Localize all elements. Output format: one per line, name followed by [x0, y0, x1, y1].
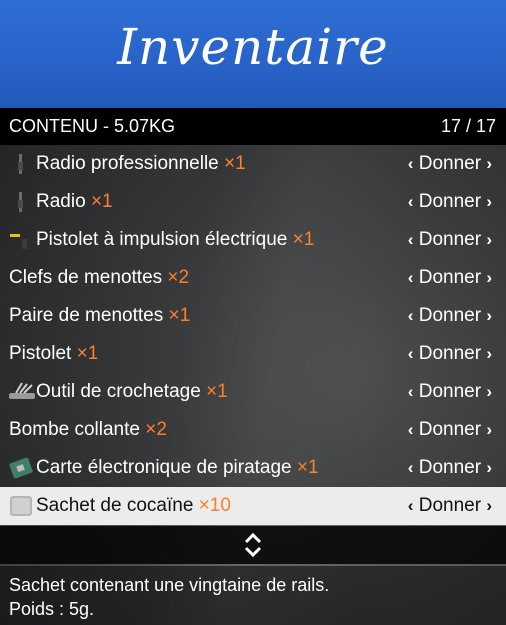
give-action[interactable]: ‹ Donner › [408, 191, 492, 213]
inventory-item[interactable]: Outil de crochetage ×1 ‹ Donner › [0, 373, 506, 411]
lockpick-icon [8, 380, 35, 404]
item-name: Bombe collante [9, 419, 140, 440]
scroll-indicator[interactable] [0, 526, 506, 564]
item-name: Paire de menottes [9, 305, 164, 326]
item-name: Pistolet [9, 343, 72, 364]
inventory-item[interactable]: Pistolet ×1 ‹ Donner › [0, 335, 506, 373]
give-label: Donner [418, 153, 482, 174]
inventory-item[interactable]: Carte électronique de piratage ×1 ‹ Donn… [0, 449, 506, 487]
item-quantity: ×1 [76, 343, 99, 364]
chevron-left-icon[interactable]: ‹ [408, 268, 414, 287]
inventory-menu: Inventaire CONTENU - 5.07KG 17 / 17 Radi… [0, 0, 506, 625]
give-label: Donner [418, 267, 482, 288]
inventory-item[interactable]: Radio professionnelle ×1 ‹ Donner › [0, 145, 506, 183]
inventory-item[interactable]: Pistolet à impulsion électrique ×1 ‹ Don… [0, 221, 506, 259]
item-quantity: ×1 [206, 381, 228, 402]
chevron-right-icon[interactable]: › [486, 382, 492, 401]
chevron-left-icon[interactable]: ‹ [408, 420, 414, 439]
item-name: Outil de crochetage [36, 381, 201, 402]
up-down-arrows-icon[interactable] [243, 532, 263, 558]
chevron-left-icon[interactable]: ‹ [408, 154, 414, 173]
chevron-right-icon[interactable]: › [486, 192, 492, 211]
give-action[interactable]: ‹ Donner › [408, 267, 492, 289]
chevron-right-icon[interactable]: › [486, 458, 492, 477]
item-quantity: ×1 [224, 153, 246, 174]
menu-title: Inventaire [117, 18, 389, 76]
item-quantity: ×10 [198, 495, 231, 516]
item-description: Sachet contenant une vingtaine de rails.… [0, 566, 506, 625]
give-action[interactable]: ‹ Donner › [408, 419, 492, 441]
item-label: Paire de menottes ×1 [9, 305, 190, 327]
inventory-item[interactable]: Paire de menottes ×1 ‹ Donner › [0, 297, 506, 335]
chevron-left-icon[interactable]: ‹ [408, 344, 414, 363]
item-name: Radio professionnelle [36, 153, 219, 174]
item-quantity: ×1 [296, 457, 319, 478]
give-action[interactable]: ‹ Donner › [408, 381, 492, 403]
chevron-right-icon[interactable]: › [486, 420, 492, 439]
bag-icon [8, 494, 34, 518]
inventory-weight: CONTENU - 5.07KG [9, 116, 176, 136]
chevron-left-icon[interactable]: ‹ [408, 306, 414, 325]
item-label: Bombe collante ×2 [9, 419, 167, 441]
give-action[interactable]: ‹ Donner › [408, 457, 492, 479]
give-action[interactable]: ‹ Donner › [408, 495, 492, 517]
chevron-right-icon[interactable]: › [486, 154, 492, 173]
radio-icon [8, 190, 34, 214]
item-counter: 17 / 17 [440, 116, 496, 136]
item-quantity: ×1 [168, 305, 191, 326]
chevron-left-icon[interactable]: ‹ [408, 230, 414, 249]
item-label: Carte électronique de piratage ×1 [36, 457, 319, 479]
inventory-item[interactable]: Clefs de menottes ×2 ‹ Donner › [0, 259, 506, 297]
menu-subtitle-bar: CONTENU - 5.07KG 17 / 17 [0, 108, 506, 145]
item-label: Radio ×1 [36, 191, 113, 213]
item-name: Pistolet à impulsion électrique [36, 229, 288, 250]
give-label: Donner [418, 343, 482, 364]
give-action[interactable]: ‹ Donner › [408, 229, 492, 251]
item-quantity: ×1 [90, 191, 113, 212]
inventory-list: Radio professionnelle ×1 ‹ Donner › Radi… [0, 145, 506, 525]
item-label: Radio professionnelle ×1 [36, 153, 246, 175]
inventory-item-selected[interactable]: Sachet de cocaïne ×10 ‹ Donner › [0, 487, 506, 525]
give-label: Donner [418, 381, 482, 402]
item-name: Carte électronique de piratage [36, 457, 292, 478]
give-action[interactable]: ‹ Donner › [408, 343, 492, 365]
item-name: Sachet de cocaïne [36, 495, 194, 516]
item-quantity: ×2 [167, 267, 190, 288]
item-label: Clefs de menottes ×2 [9, 267, 189, 289]
give-label: Donner [418, 229, 482, 250]
chevron-right-icon[interactable]: › [486, 268, 492, 287]
give-label: Donner [418, 495, 482, 516]
chevron-right-icon[interactable]: › [486, 306, 492, 325]
item-label: Pistolet à impulsion électrique ×1 [36, 229, 314, 251]
chevron-right-icon[interactable]: › [486, 230, 492, 249]
chevron-right-icon[interactable]: › [486, 344, 492, 363]
chevron-left-icon[interactable]: ‹ [408, 496, 414, 515]
give-label: Donner [418, 305, 482, 326]
give-action[interactable]: ‹ Donner › [408, 305, 492, 327]
chevron-left-icon[interactable]: ‹ [408, 192, 414, 211]
chevron-left-icon[interactable]: ‹ [408, 458, 414, 477]
item-name: Radio [36, 191, 86, 212]
give-label: Donner [418, 419, 482, 440]
give-label: Donner [418, 457, 482, 478]
chevron-left-icon[interactable]: ‹ [408, 382, 414, 401]
item-label: Outil de crochetage ×1 [36, 381, 228, 403]
menu-banner: Inventaire [0, 0, 506, 108]
description-text: Sachet contenant une vingtaine de rails. [9, 575, 330, 595]
item-label: Sachet de cocaïne ×10 [36, 495, 231, 517]
give-action[interactable]: ‹ Donner › [408, 153, 492, 175]
inventory-item[interactable]: Radio ×1 ‹ Donner › [0, 183, 506, 221]
give-label: Donner [418, 191, 482, 212]
circuit-board-icon [8, 456, 34, 480]
radio-icon [8, 152, 34, 176]
inventory-item[interactable]: Bombe collante ×2 ‹ Donner › [0, 411, 506, 449]
chevron-right-icon[interactable]: › [486, 496, 492, 515]
taser-icon [8, 228, 34, 252]
description-weight: Poids : 5g. [9, 599, 95, 619]
item-quantity: ×1 [292, 229, 315, 250]
item-quantity: ×2 [145, 419, 167, 440]
item-label: Pistolet ×1 [9, 343, 98, 365]
item-name: Clefs de menottes [9, 267, 163, 288]
